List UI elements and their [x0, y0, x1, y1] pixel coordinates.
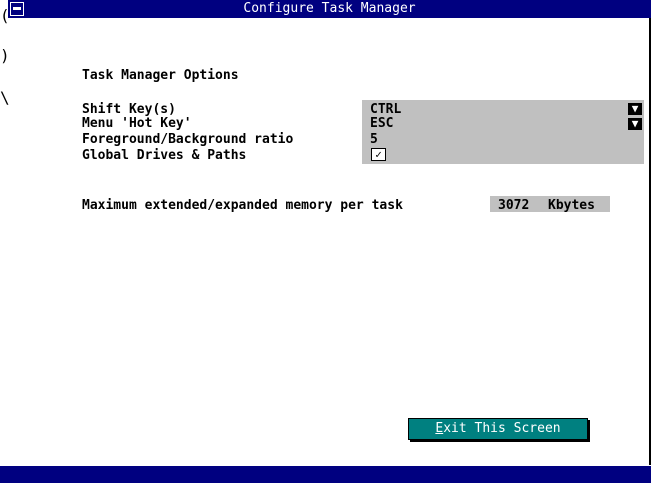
- memory-value: 3072: [498, 198, 530, 213]
- status-bar-text: ENTER=select/modify|ESC=previous screen|…: [15, 484, 478, 499]
- exit-button-label: xit This Screen: [443, 421, 561, 436]
- checkmark-icon: ✓: [375, 148, 382, 161]
- configure-window: Task Manager Options Shift Key(s) Menu '…: [8, 18, 651, 465]
- global-drives-checkbox[interactable]: ✓: [371, 148, 386, 161]
- memory-label: Maximum extended/expanded memory per tas…: [82, 198, 403, 213]
- exit-button[interactable]: Exit This Screen: [408, 418, 588, 440]
- section-heading: Task Manager Options: [82, 68, 239, 83]
- down-arrow-icon: ▼: [631, 102, 639, 115]
- fg-bg-ratio-value[interactable]: 5: [370, 132, 378, 147]
- option-label-shift-keys: Shift Key(s): [82, 102, 176, 117]
- system-menu-icon[interactable]: [10, 2, 24, 16]
- options-values-panel: [362, 100, 644, 164]
- hot-key-dropdown[interactable]: ▼: [628, 118, 642, 130]
- option-label-global-drives: Global Drives & Paths: [82, 148, 247, 163]
- hot-key-value[interactable]: ESC: [370, 116, 393, 131]
- window-title: Configure Task Manager: [243, 1, 416, 16]
- shift-keys-value[interactable]: CTRL: [370, 102, 401, 117]
- option-label-hot-key: Menu 'Hot Key': [82, 116, 192, 131]
- shift-keys-dropdown[interactable]: ▼: [628, 103, 642, 115]
- option-label-fg-bg-ratio: Foreground/Background ratio: [82, 132, 294, 147]
- background-window-edge: ( ) \: [0, 6, 10, 107]
- memory-unit: Kbytes: [548, 198, 595, 213]
- title-bar: Configure Task Manager: [8, 0, 651, 18]
- down-arrow-icon: ▼: [631, 117, 639, 130]
- status-bar: ENTER=select/modify|ESC=previous screen|…: [0, 466, 651, 499]
